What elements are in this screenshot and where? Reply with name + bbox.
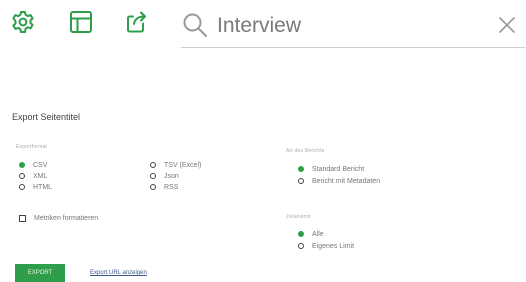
radio-selected[interactable]: [19, 162, 25, 168]
radio[interactable]: [298, 243, 304, 249]
format-option-tsv[interactable]: TSV (Excel): [150, 160, 201, 170]
format-option-json[interactable]: Json: [150, 171, 179, 181]
search-bar: [181, 5, 525, 48]
option-label: RSS: [164, 183, 179, 191]
format-option-csv[interactable]: CSV: [19, 160, 47, 170]
radio[interactable]: [19, 173, 25, 179]
table-icon[interactable]: [68, 9, 94, 35]
option-label: Standard Bericht: [312, 165, 365, 173]
format-metrics-checkbox[interactable]: Metriken formatieren: [19, 213, 98, 223]
export-url-link[interactable]: Export URL anzeigen: [90, 270, 147, 276]
report-option-standard[interactable]: Standard Bericht: [298, 164, 364, 174]
radio-selected[interactable]: [298, 166, 304, 172]
radio-selected[interactable]: [298, 231, 304, 237]
report-type-section-label: Art des Berichts: [286, 148, 325, 154]
option-label: Bericht mit Metadaten: [312, 177, 381, 185]
limit-section-label: Zeilenlimit: [286, 214, 311, 220]
export-button[interactable]: EXPORT: [15, 264, 65, 282]
gear-icon[interactable]: [10, 9, 36, 35]
format-option-rss[interactable]: RSS: [150, 182, 178, 192]
search-input[interactable]: [217, 11, 487, 41]
format-option-html[interactable]: HTML: [19, 182, 52, 192]
option-label: Eigenes Limit: [312, 242, 355, 250]
limit-option-custom[interactable]: Eigenes Limit: [298, 241, 354, 251]
close-icon[interactable]: [497, 15, 517, 35]
radio[interactable]: [150, 173, 156, 179]
option-label: TSV (Excel): [164, 161, 202, 169]
option-label: Alle: [312, 230, 324, 238]
option-label: XML: [33, 172, 48, 180]
search-icon[interactable]: [181, 11, 209, 39]
radio[interactable]: [150, 162, 156, 168]
radio[interactable]: [298, 178, 304, 184]
option-label: HTML: [33, 183, 53, 191]
checkbox-label: Metriken formatieren: [34, 214, 99, 222]
radio[interactable]: [150, 184, 156, 190]
export-title: Export Seitentitel: [12, 112, 81, 122]
format-option-xml[interactable]: XML: [19, 171, 47, 181]
option-label: CSV: [33, 161, 48, 169]
report-option-metadata[interactable]: Bericht mit Metadaten: [298, 176, 380, 186]
toolbar: [0, 0, 526, 52]
format-section-label: Exportformat: [16, 144, 48, 150]
option-label: Json: [164, 172, 179, 180]
share-export-icon[interactable]: [124, 9, 150, 35]
radio[interactable]: [19, 184, 25, 190]
checkbox[interactable]: [19, 214, 26, 222]
limit-option-all[interactable]: Alle: [298, 229, 324, 239]
